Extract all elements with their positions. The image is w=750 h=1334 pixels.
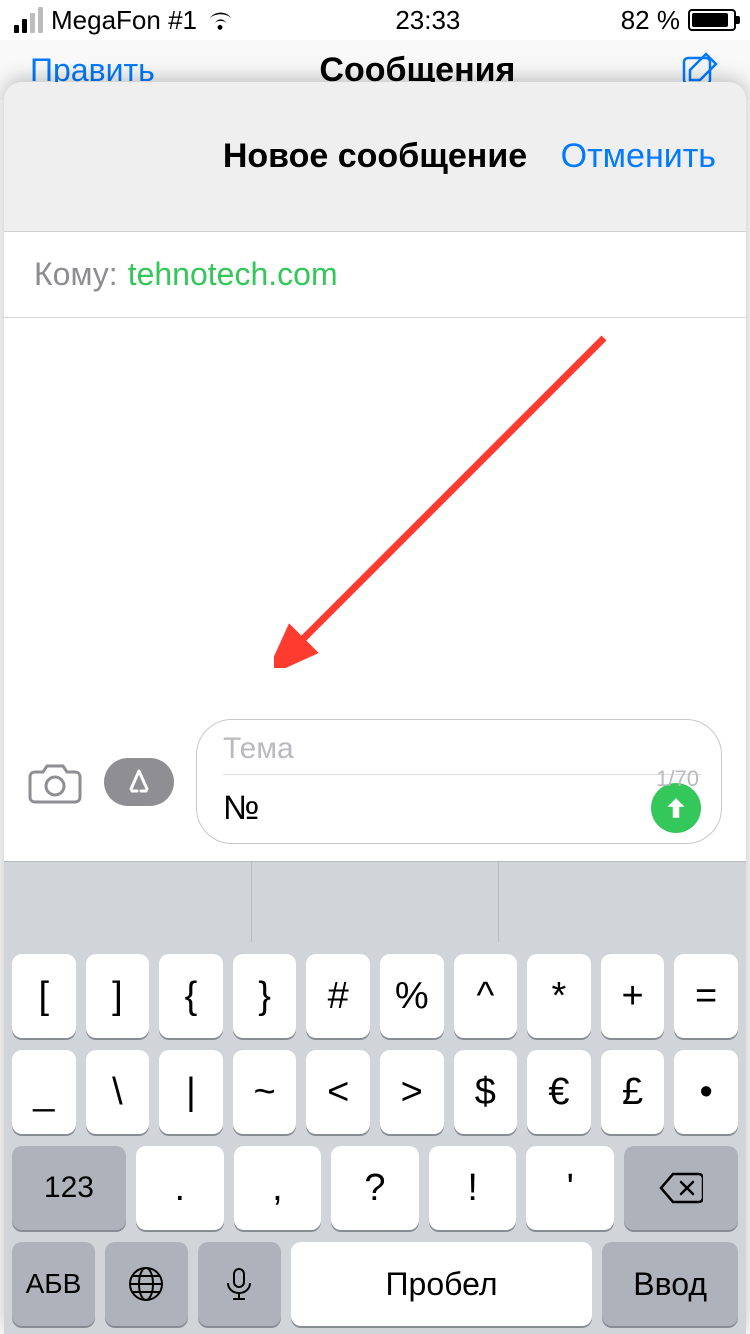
key-abc[interactable]: АБВ (12, 1242, 95, 1326)
key-hash[interactable]: # (306, 954, 370, 1038)
key-period[interactable]: . (136, 1146, 224, 1230)
key-numbers[interactable]: 123 (12, 1146, 126, 1230)
suggestion-bar[interactable] (4, 862, 746, 942)
key-globe[interactable] (105, 1242, 188, 1326)
key-row-3: 123 . , ? ! ' (4, 1146, 746, 1230)
clock: 23:33 (395, 5, 460, 36)
key-apostrophe[interactable]: ' (526, 1146, 614, 1230)
new-message-sheet: Новое сообщение Отменить Кому: tehnotech… (4, 82, 746, 1334)
key-bullet[interactable]: • (674, 1050, 738, 1134)
char-counter: 1/70 (656, 766, 699, 792)
key-percent[interactable]: % (380, 954, 444, 1038)
signal-icon (14, 7, 43, 33)
globe-icon (127, 1265, 165, 1303)
to-recipient: tehnotech.com (128, 256, 338, 293)
to-field-row[interactable]: Кому: tehnotech.com (4, 232, 746, 318)
camera-button[interactable] (28, 760, 82, 804)
backspace-icon (659, 1172, 703, 1204)
battery-percent: 82 % (621, 5, 680, 36)
key-backspace[interactable] (624, 1146, 738, 1230)
suggestion-1[interactable] (4, 862, 252, 942)
key-lt[interactable]: < (306, 1050, 370, 1134)
key-lbrace[interactable]: { (159, 954, 223, 1038)
annotation-arrow-icon (274, 328, 614, 668)
key-question[interactable]: ? (331, 1146, 419, 1230)
key-underscore[interactable]: _ (12, 1050, 76, 1134)
key-caret[interactable]: ^ (454, 954, 518, 1038)
key-pipe[interactable]: | (159, 1050, 223, 1134)
key-asterisk[interactable]: * (527, 954, 591, 1038)
compose-area: 1/70 № (4, 318, 746, 862)
key-pound[interactable]: £ (601, 1050, 665, 1134)
message-bubble[interactable]: 1/70 № (196, 719, 722, 844)
to-label: Кому: (34, 256, 118, 293)
key-tilde[interactable]: ~ (233, 1050, 297, 1134)
subject-input[interactable] (223, 728, 701, 775)
camera-icon (28, 760, 82, 804)
key-comma[interactable]: , (234, 1146, 322, 1230)
key-row-2: _ \ | ~ < > $ € £ • (4, 1050, 746, 1134)
key-backslash[interactable]: \ (86, 1050, 150, 1134)
key-exclaim[interactable]: ! (429, 1146, 517, 1230)
status-bar: MegaFon #1 23:33 82 % (0, 0, 750, 40)
cancel-button[interactable]: Отменить (561, 137, 716, 176)
suggestion-3[interactable] (499, 862, 746, 942)
key-dictate[interactable] (198, 1242, 281, 1326)
suggestion-2[interactable] (252, 862, 500, 942)
wifi-icon (205, 9, 235, 31)
key-space[interactable]: Пробел (291, 1242, 593, 1326)
message-body-text[interactable]: № (223, 789, 259, 828)
appstore-button[interactable] (104, 758, 174, 806)
carrier-label: MegaFon #1 (51, 5, 197, 36)
key-plus[interactable]: + (601, 954, 665, 1038)
arrow-up-icon (663, 795, 689, 821)
sheet-header: Новое сообщение Отменить (4, 82, 746, 232)
key-equals[interactable]: = (674, 954, 738, 1038)
key-rbrace[interactable]: } (233, 954, 297, 1038)
appstore-icon (122, 765, 156, 799)
key-lbracket[interactable]: [ (12, 954, 76, 1038)
key-gt[interactable]: > (380, 1050, 444, 1134)
keyboard: [ ] { } # % ^ * + = _ \ | ~ < > $ € £ • … (4, 862, 746, 1334)
key-rbracket[interactable]: ] (86, 954, 150, 1038)
key-dollar[interactable]: $ (454, 1050, 518, 1134)
key-row-1: [ ] { } # % ^ * + = (4, 954, 746, 1038)
key-enter[interactable]: Ввод (602, 1242, 738, 1326)
key-row-4: АБВ Пробел Ввод (4, 1242, 746, 1326)
microphone-icon (220, 1265, 258, 1303)
message-input-row: 1/70 № (4, 712, 746, 862)
battery-icon (688, 9, 736, 31)
key-euro[interactable]: € (527, 1050, 591, 1134)
